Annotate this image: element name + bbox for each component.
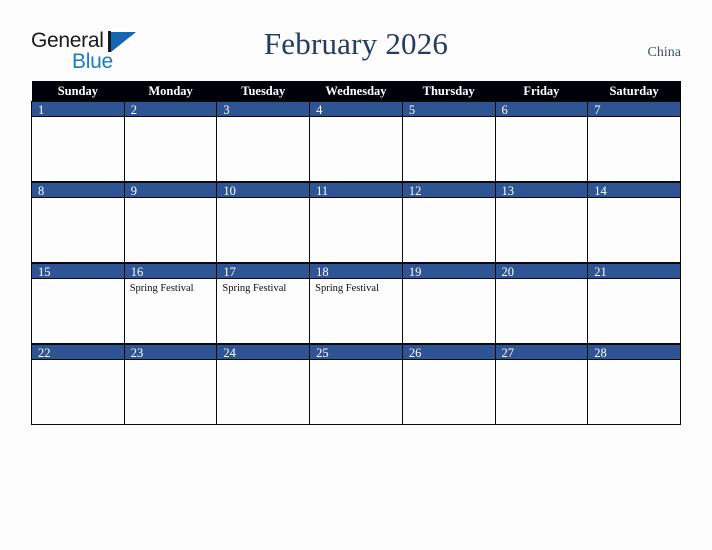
calendar-day-cell[interactable]: 5 [401, 101, 496, 182]
calendar-day-cell[interactable]: 8 [31, 181, 125, 263]
calendar-day-events [403, 117, 495, 120]
calendar-day-cell[interactable]: 1 [31, 101, 125, 182]
calendar-day-events [125, 198, 217, 201]
calendar-day-number: 16 [124, 263, 217, 279]
calendar-day-events [496, 117, 588, 120]
calendar-day-number: 20 [495, 263, 588, 279]
calendar-day-events [32, 117, 124, 120]
country-label: China [647, 45, 681, 60]
calendar-week-row: 8 9 10 11 12 13 14 [31, 181, 681, 263]
calendar-day-cell[interactable]: 20 [494, 262, 589, 344]
calendar-grid: Sunday Monday Tuesday Wednesday Thursday… [31, 81, 681, 425]
calendar-day-cell[interactable]: 24 [216, 343, 311, 425]
calendar-day-number: 13 [495, 182, 588, 198]
weekday-header-tuesday: Tuesday [216, 81, 310, 101]
calendar-day-number: 8 [32, 182, 124, 198]
calendar-day-number: 10 [217, 182, 310, 198]
page-title: February 2026 [263, 26, 449, 61]
calendar-day-cell[interactable]: 13 [494, 181, 589, 263]
calendar-day-events [217, 117, 309, 120]
calendar-day-cell[interactable]: 14 [587, 181, 681, 263]
calendar-day-number: 25 [310, 344, 402, 360]
calendar-day-cell[interactable]: 11 [309, 181, 403, 263]
calendar-day-number: 5 [402, 101, 495, 117]
calendar-day-cell[interactable]: 25 [309, 343, 403, 425]
calendar-day-cell[interactable]: 22 [31, 343, 125, 425]
calendar-day-number: 4 [310, 101, 402, 117]
calendar-day-number: 17 [217, 263, 310, 279]
calendar-day-number: 14 [588, 182, 680, 198]
calendar-day-cell[interactable]: 2 [123, 101, 218, 182]
calendar-day-number: 23 [124, 344, 217, 360]
calendar-day-cell[interactable]: 27 [494, 343, 589, 425]
calendar-day-cell[interactable]: 15 [31, 262, 125, 344]
calendar-header-row-group: Sunday Monday Tuesday Wednesday Thursday… [31, 81, 681, 101]
calendar-day-number: 26 [402, 344, 495, 360]
calendar-day-number: 1 [32, 101, 124, 117]
weekday-header-monday: Monday [124, 81, 217, 101]
calendar-week-row: 1234567 [31, 101, 681, 182]
weekday-header-wednesday: Wednesday [309, 81, 403, 101]
calendar-day-events [310, 117, 402, 120]
weekday-header-thursday: Thursday [402, 81, 496, 101]
calendar-day-number: 11 [310, 182, 402, 198]
calendar-day-cell[interactable]: 6 [494, 101, 589, 182]
calendar-event-label: Spring Festival [315, 283, 379, 294]
calendar-event-label: Spring Festival [222, 283, 287, 294]
calendar-day-cell[interactable]: 28 [587, 343, 681, 425]
calendar-body: 1 2 3 4 5 6 7 8 9 10 11 12 13 14 15 16 Spring Festival 17… [31, 101, 681, 425]
calendar-event-label: Spring Festival [129, 283, 194, 294]
calendar-day-events: Spring Festival [125, 279, 217, 295]
calendar-day-number: 28 [588, 344, 680, 360]
calendar-day-cell[interactable]: 18 Spring Festival [309, 262, 403, 344]
weekday-header-sunday: Sunday [31, 81, 125, 101]
calendar-day-number: 19 [402, 263, 495, 279]
calendar-day-events [588, 117, 680, 120]
calendar-day-number: 9 [124, 182, 217, 198]
calendar-day-cell[interactable]: 7 [587, 101, 681, 182]
calendar-day-events [125, 117, 217, 120]
calendar-day-number: 18 [310, 263, 402, 279]
calendar-day-number: 21 [588, 263, 680, 279]
weekday-header-friday: Friday [495, 81, 588, 101]
calendar-day-cell[interactable]: 23 [123, 343, 218, 425]
calendar-day-cell[interactable]: 10 [216, 181, 311, 263]
calendar-day-cell[interactable]: 12 [401, 181, 496, 263]
calendar-day-cell[interactable]: 26 [401, 343, 496, 425]
calendar-week-row: 15 16 Spring Festival 17 Spring Festival 18 Sp… [31, 262, 681, 344]
weekday-header-row: Sunday Monday Tuesday Wednesday Thursday… [31, 81, 681, 101]
calendar-day-events: Spring Festival [217, 279, 309, 295]
calendar-day-number: 22 [32, 344, 124, 360]
calendar-day-cell[interactable]: 16 Spring Festival [123, 262, 218, 344]
calendar-day-number: 2 [124, 101, 217, 117]
calendar-day-cell[interactable]: 3 [216, 101, 311, 182]
page-header: General Blue February 2026 China [0, 0, 712, 81]
calendar-day-cell[interactable]: 9 [123, 181, 218, 263]
calendar-day-cell[interactable]: 17 Spring Festival [216, 262, 311, 344]
calendar-day-number: 24 [217, 344, 310, 360]
calendar-day-number: 3 [217, 101, 310, 117]
calendar-day-number: 7 [588, 101, 680, 117]
calendar-day-cell[interactable]: 21 [587, 262, 681, 344]
weekday-header-saturday: Saturday [587, 81, 681, 101]
calendar-day-number: 27 [495, 344, 588, 360]
calendar-week-row: 22 23 24 25 26 27 28 [31, 343, 681, 425]
calendar-day-number: 12 [402, 182, 495, 198]
calendar-day-number: 6 [495, 101, 588, 117]
calendar-day-cell[interactable]: 4 [309, 101, 403, 182]
calendar-day-events [32, 198, 124, 201]
calendar-day-events: Spring Festival [310, 279, 402, 295]
calendar-day-cell[interactable]: 19 [401, 262, 496, 344]
calendar-day-number: 15 [32, 263, 124, 279]
